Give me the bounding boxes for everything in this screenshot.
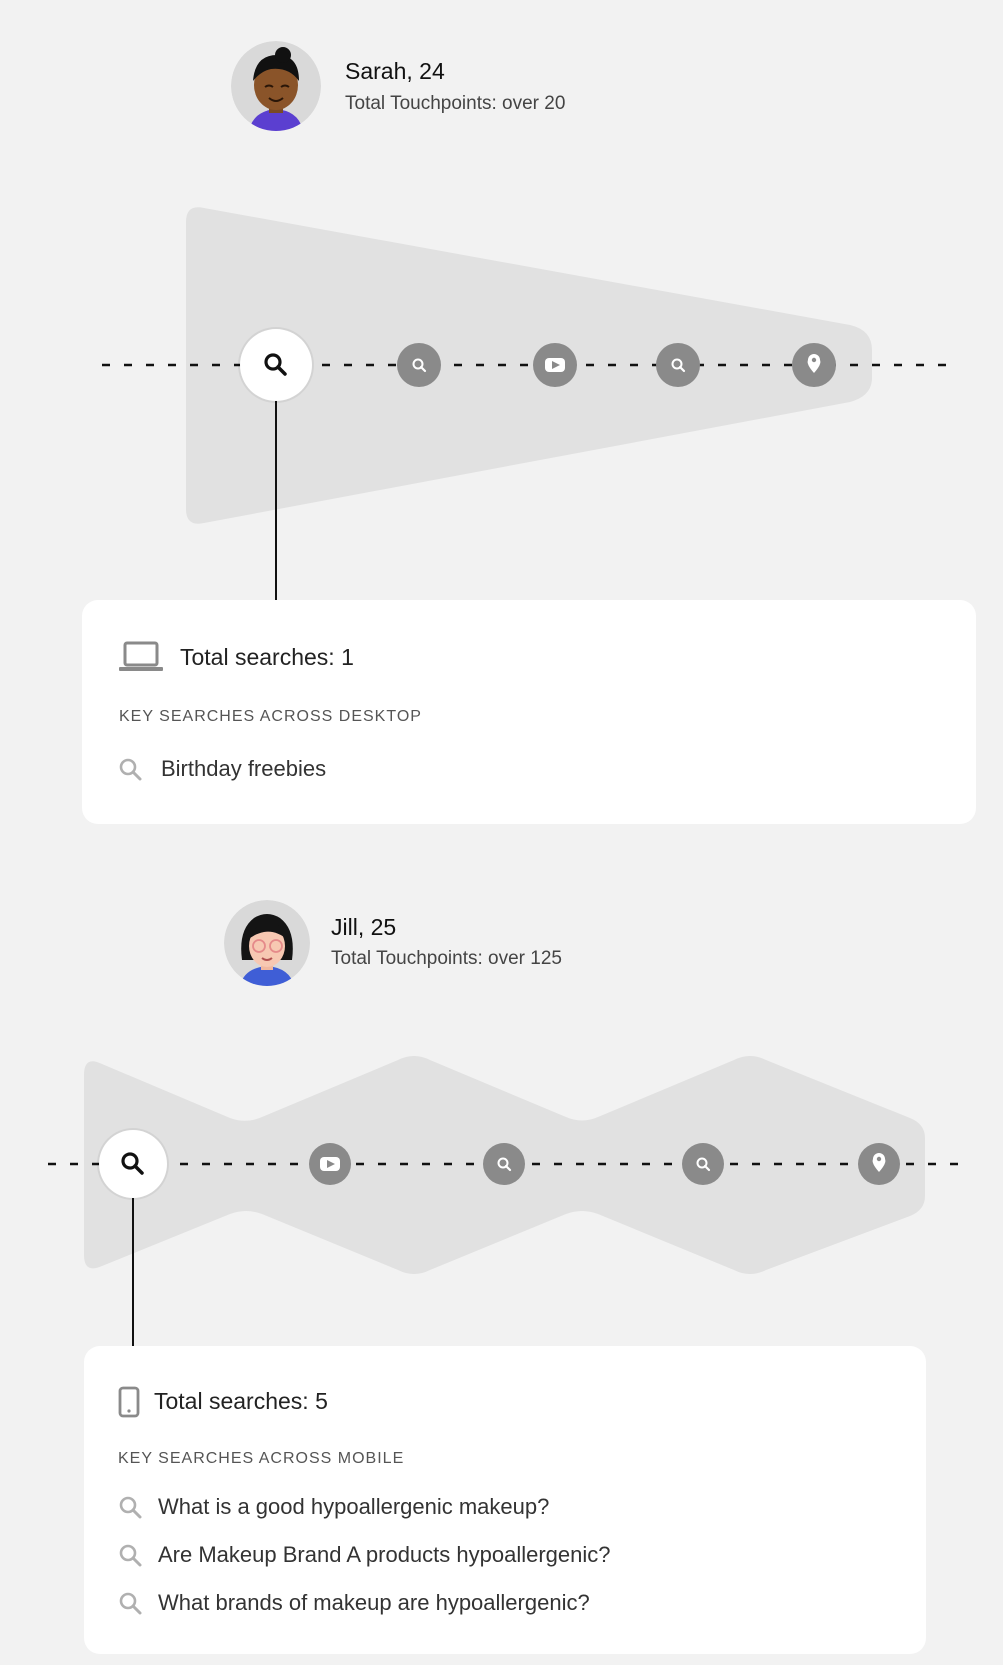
- search-query: What is a good hypoallergenic makeup?: [158, 1494, 550, 1519]
- path-node-search-icon: [97, 1128, 169, 1200]
- search-icon: [119, 1544, 142, 1567]
- search-icon: [119, 1496, 142, 1519]
- jill-portrait-icon: [224, 900, 310, 986]
- search-icon: [119, 1592, 142, 1615]
- avatar-jill: [224, 900, 310, 986]
- journey-band: [84, 1056, 925, 1274]
- path-node-search-icon: [682, 1143, 724, 1185]
- search-icon: [119, 758, 142, 781]
- path-node-search-icon[interactable]: [656, 343, 700, 387]
- total-searches: Total searches: 5: [154, 1388, 328, 1414]
- search-query: Birthday freebies: [161, 756, 327, 781]
- smartphone-icon: [118, 1386, 140, 1418]
- path-node-video-play-icon[interactable]: [533, 343, 577, 387]
- path-node-map-pin-icon[interactable]: [792, 343, 836, 387]
- laptop-icon: [119, 641, 163, 671]
- path-node-search-icon[interactable]: [397, 343, 441, 387]
- journey-timeline-sarah: [102, 207, 950, 600]
- path-node-search-icon[interactable]: [238, 327, 314, 403]
- key-searches-caption: KEY SEARCHES ACROSS MOBILE: [118, 1450, 405, 1467]
- total-searches: Total searches: 1: [180, 644, 354, 670]
- persona-touchpoints: Total Touchpoints: over 125: [331, 948, 562, 969]
- search-query: What brands of makeup are hypoallergenic…: [158, 1590, 590, 1615]
- key-searches-caption: KEY SEARCHES ACROSS DESKTOP: [119, 708, 422, 725]
- search-summary-card-mobile: Total searches: 5 KEY SEARCHES ACROSS MO…: [84, 1346, 926, 1654]
- path-node-search-icon: [483, 1143, 525, 1185]
- path-node-map-pin-icon: [858, 1143, 900, 1185]
- persona-name: Jill, 25: [331, 914, 397, 940]
- search-query: Are Makeup Brand A products hypoallergen…: [158, 1542, 611, 1567]
- path-node-video-play-icon: [309, 1143, 351, 1185]
- search-summary-card-desktop: Total searches: 1 KEY SEARCHES ACROSS DE…: [82, 600, 976, 824]
